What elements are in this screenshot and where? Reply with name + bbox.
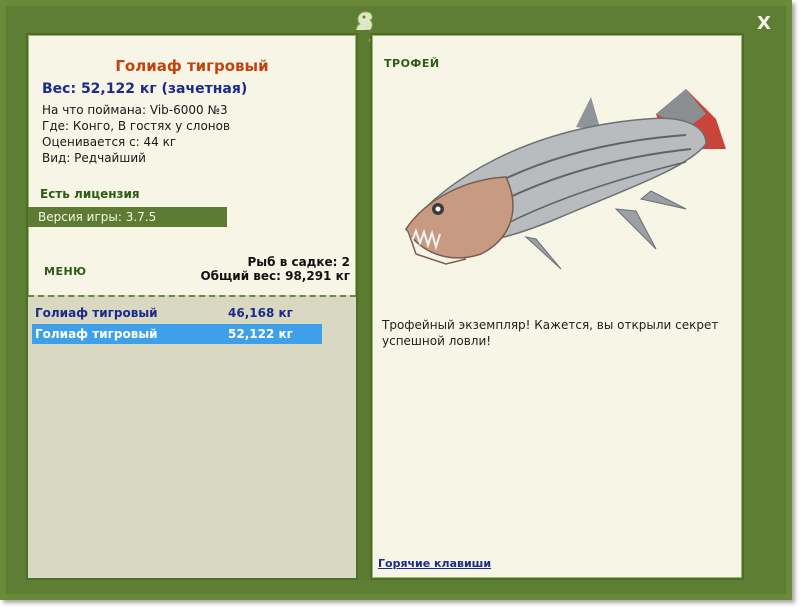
fish-weight: Вес: 52,122 кг (зачетная) <box>42 81 248 97</box>
list-divider <box>28 295 356 297</box>
total-weight: Общий вес: 98,291 кг <box>200 269 350 283</box>
list-item-weight: 52,122 кг <box>228 327 293 341</box>
trophy-description: Трофейный экземпляр! Кажется, вы открыли… <box>382 318 719 348</box>
fish-info-panel: Голиаф тигровый Вес: 52,122 кг (зачетная… <box>26 33 358 580</box>
catch-list: Голиаф тигровый 46,168 кг Голиаф тигровы… <box>28 295 356 578</box>
tigerfish-image <box>404 89 726 270</box>
fish-count: Рыб в садке: 2 <box>247 255 351 269</box>
list-item-weight: 46,168 кг <box>228 306 293 320</box>
hotkeys-link[interactable]: Горячие клавиши <box>378 557 491 570</box>
location: Где: Конго, В гостях у слонов <box>42 119 231 133</box>
license-status: Есть лицензия <box>40 187 140 201</box>
caught-with: На что поймана: Vib-6000 №3 <box>42 103 228 117</box>
trophy-panel: ТРОФЕЙ Трофейный экземпляр! Кажется, вы … <box>370 33 744 580</box>
list-item-name: Голиаф тигровый <box>35 306 158 320</box>
rarity: Вид: Редчайший <box>42 151 146 165</box>
value-threshold: Оценивается с: 44 кг <box>42 135 177 149</box>
list-item-name: Голиаф тигровый <box>35 327 158 341</box>
game-version: Версия игры: 3.7.5 <box>28 207 227 227</box>
fish-title: Голиаф тигровый <box>115 57 269 75</box>
menu-button[interactable]: МЕНЮ <box>44 265 87 278</box>
list-item[interactable]: Голиаф тигровый 46,168 кг <box>32 303 322 323</box>
list-item-selected[interactable]: Голиаф тигровый 52,122 кг <box>32 324 322 344</box>
close-button[interactable]: X <box>755 14 773 34</box>
